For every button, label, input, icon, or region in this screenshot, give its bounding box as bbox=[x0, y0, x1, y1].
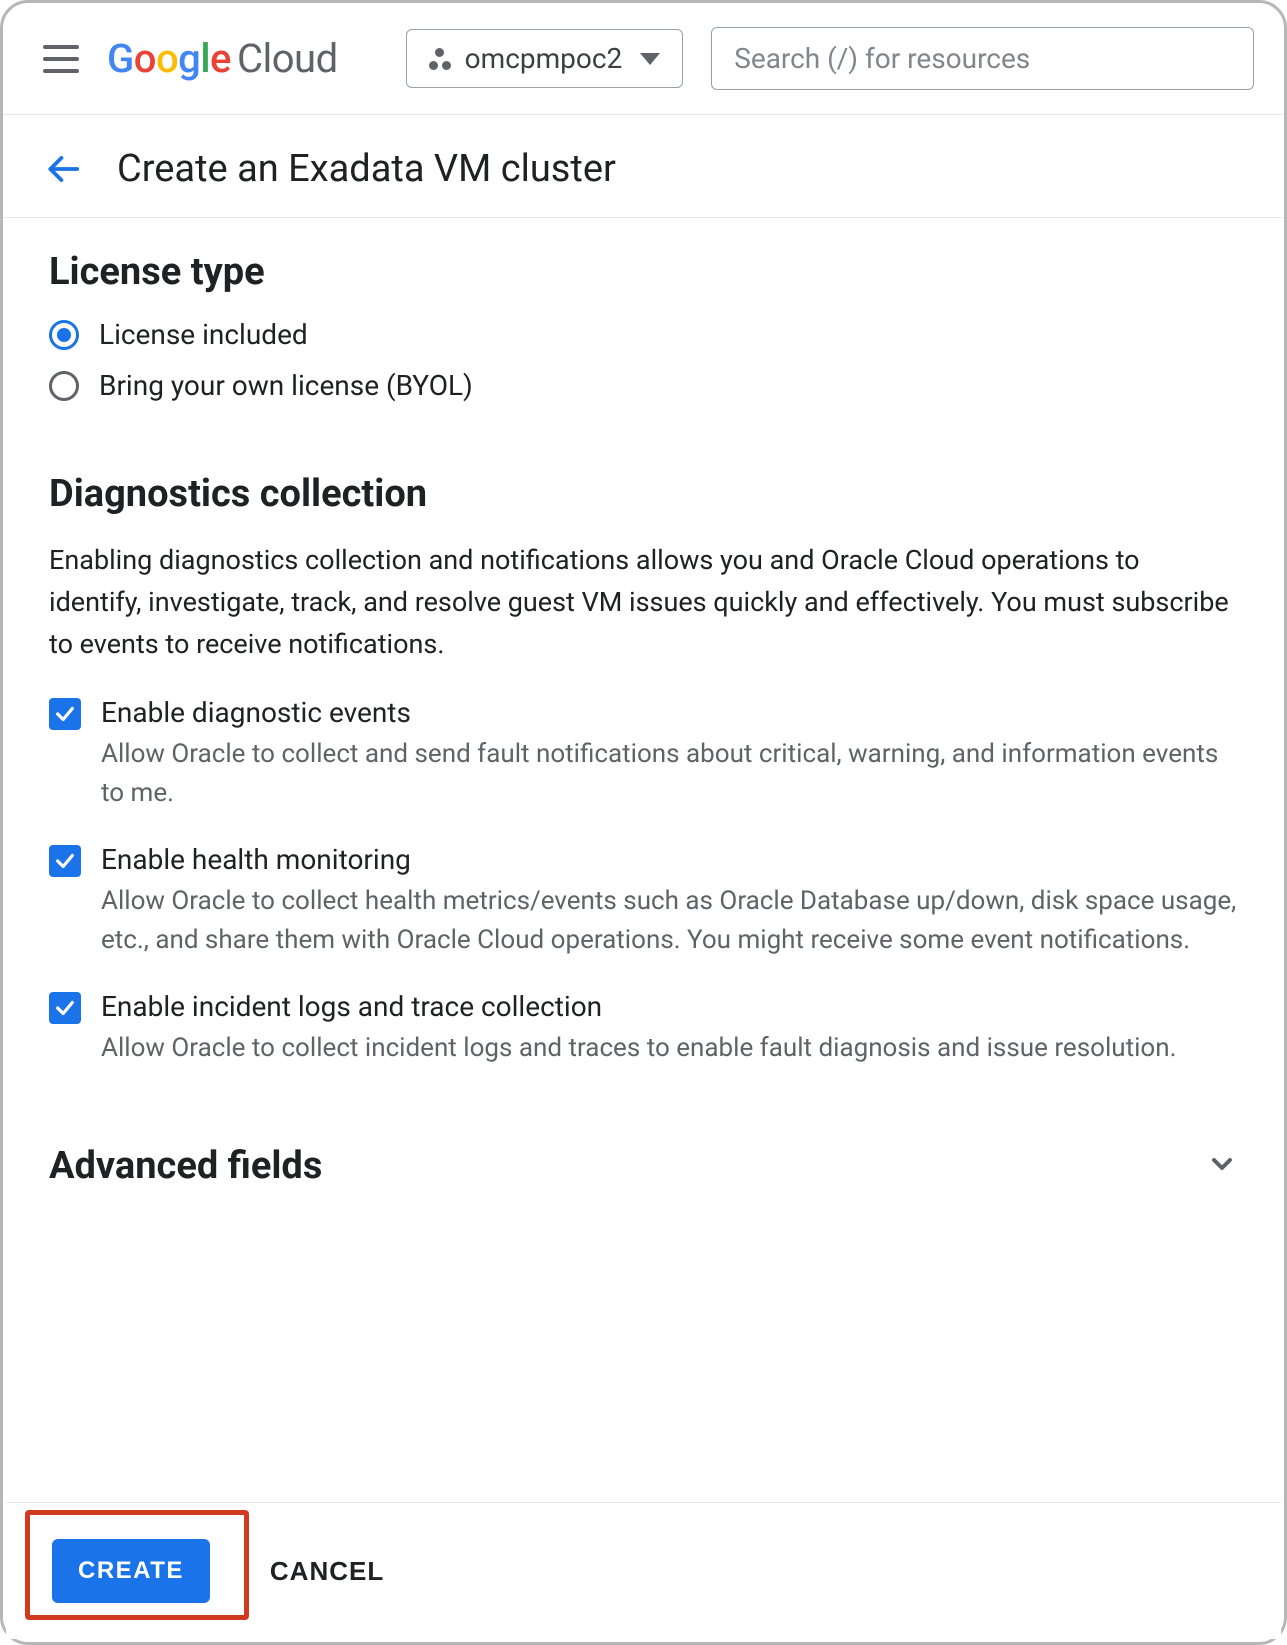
radio-icon[interactable] bbox=[49, 320, 79, 350]
checkbox-label: Enable health monitoring bbox=[101, 843, 1238, 876]
checkbox-label: Enable incident logs and trace collectio… bbox=[101, 990, 1176, 1023]
top-app-bar: Google Cloud omcpmpoc2 Search (/) for re… bbox=[3, 3, 1284, 115]
checkbox-sublabel: Allow Oracle to collect health metrics/e… bbox=[101, 882, 1238, 960]
license-option-label: License included bbox=[99, 318, 308, 351]
diagnostics-item-incident: Enable incident logs and trace collectio… bbox=[49, 990, 1238, 1068]
radio-icon[interactable] bbox=[49, 371, 79, 401]
caret-down-icon bbox=[640, 53, 660, 65]
back-arrow-icon[interactable] bbox=[43, 149, 83, 189]
diagnostics-item-events: Enable diagnostic events Allow Oracle to… bbox=[49, 696, 1238, 813]
license-option-included[interactable]: License included bbox=[49, 318, 1238, 351]
checkbox-icon[interactable] bbox=[49, 845, 81, 877]
checkbox-icon[interactable] bbox=[49, 698, 81, 730]
checkbox-sublabel: Allow Oracle to collect and send fault n… bbox=[101, 735, 1238, 813]
project-picker[interactable]: omcpmpoc2 bbox=[406, 29, 684, 88]
diagnostics-description: Enabling diagnostics collection and noti… bbox=[49, 540, 1238, 666]
diagnostics-heading: Diagnostics collection bbox=[49, 472, 1238, 516]
page-title: Create an Exadata VM cluster bbox=[117, 147, 616, 191]
menu-icon[interactable] bbox=[43, 45, 79, 73]
logo-product: Cloud bbox=[237, 35, 338, 82]
advanced-fields-toggle[interactable]: Advanced fields bbox=[49, 1138, 1238, 1248]
chevron-down-icon bbox=[1206, 1148, 1238, 1184]
search-input[interactable]: Search (/) for resources bbox=[711, 27, 1254, 90]
project-icon bbox=[429, 48, 451, 70]
form-footer: CREATE CANCEL bbox=[6, 1502, 1281, 1639]
page-title-bar: Create an Exadata VM cluster bbox=[3, 115, 1284, 218]
checkbox-sublabel: Allow Oracle to collect incident logs an… bbox=[101, 1029, 1176, 1068]
create-button[interactable]: CREATE bbox=[52, 1539, 210, 1603]
checkbox-icon[interactable] bbox=[49, 992, 81, 1024]
diagnostics-item-health: Enable health monitoring Allow Oracle to… bbox=[49, 843, 1238, 960]
license-option-byol[interactable]: Bring your own license (BYOL) bbox=[49, 369, 1238, 402]
project-name: omcpmpoc2 bbox=[465, 42, 623, 75]
cancel-button[interactable]: CANCEL bbox=[270, 1556, 384, 1587]
google-cloud-logo: Google Cloud bbox=[107, 35, 338, 82]
license-option-label: Bring your own license (BYOL) bbox=[99, 369, 473, 402]
advanced-heading: Advanced fields bbox=[49, 1144, 322, 1188]
license-heading: License type bbox=[49, 250, 1238, 294]
checkbox-label: Enable diagnostic events bbox=[101, 696, 1238, 729]
form-content: License type License included Bring your… bbox=[3, 218, 1284, 1248]
